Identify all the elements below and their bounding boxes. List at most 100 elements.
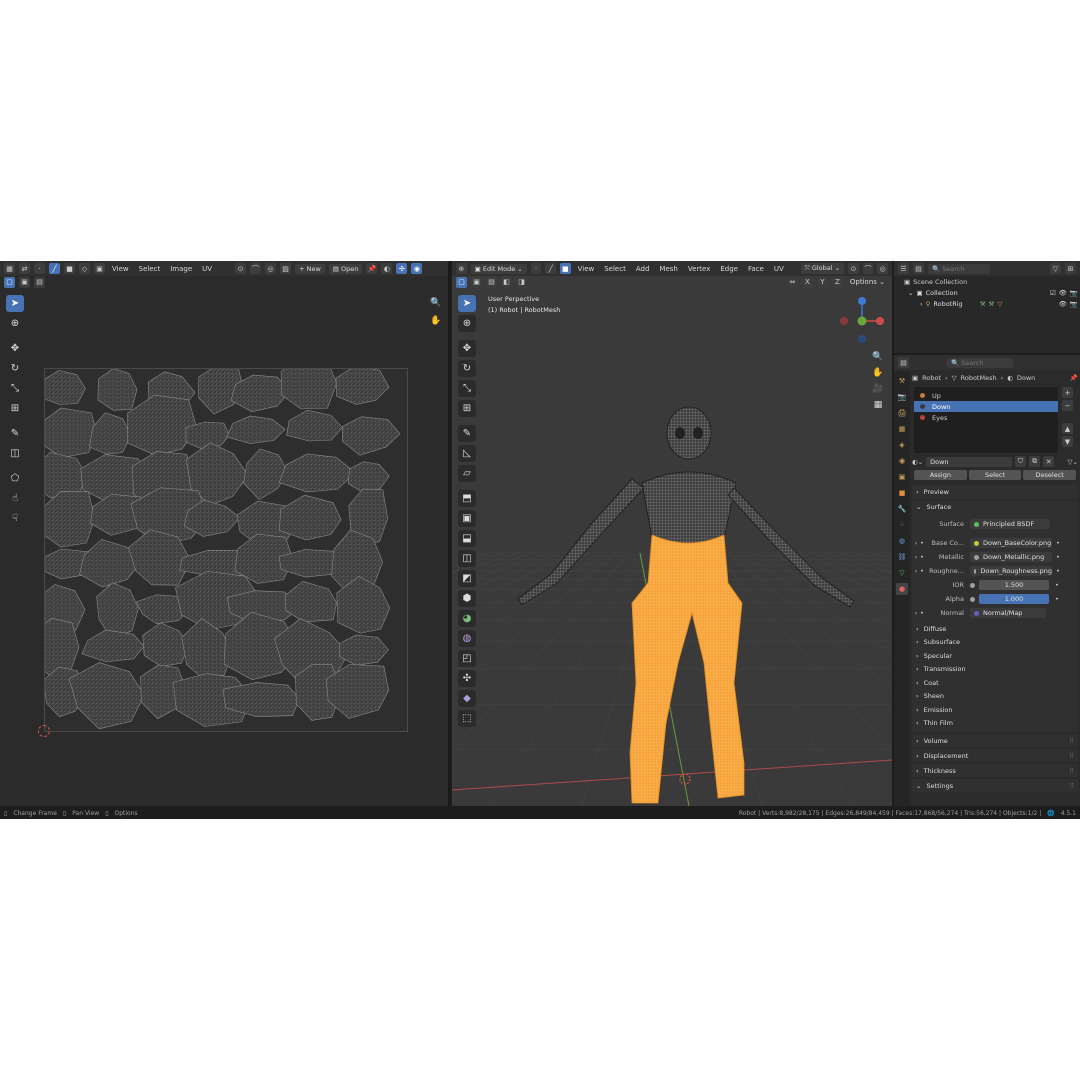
proportional-edit-icon[interactable]: ◎ [877, 263, 888, 274]
slot-eyes[interactable]: Eyes [914, 412, 1058, 423]
vp-scale-tool-icon[interactable]: ⤡ [458, 380, 476, 397]
vp-menu-mesh[interactable]: Mesh [656, 265, 680, 273]
rotate-tool-icon[interactable]: ↻ [6, 360, 24, 377]
sync-selection-icon[interactable]: ⇄ [19, 263, 30, 274]
duplicate-material-icon[interactable]: ⧉ [1029, 456, 1041, 467]
render-camera-icon[interactable]: 📷 [1070, 289, 1078, 297]
3d-cursor-icon[interactable] [679, 773, 691, 785]
rip-region-tool-icon[interactable]: ⬚ [458, 710, 476, 727]
spin-tool-icon[interactable]: ◕ [458, 610, 476, 627]
preview-header[interactable]: › Preview [912, 485, 1078, 499]
subsection-emission[interactable]: › Emission [912, 703, 1078, 717]
remove-slot-icon[interactable]: − [1062, 400, 1073, 411]
outliner-type-icon[interactable]: ☰ [898, 263, 909, 274]
face-select-icon[interactable]: ■ [64, 263, 75, 274]
3d-viewport[interactable]: ⊕ ▣ Edit Mode ⌄ · ╱ ■ View Select Add Me… [452, 261, 892, 806]
network-globe-icon[interactable]: 🌐 [1047, 810, 1054, 817]
vp-add-cube-icon[interactable]: ▱ [458, 465, 476, 482]
subsection-sheen[interactable]: › Sheen [912, 690, 1078, 704]
vp-menu-uv[interactable]: UV [771, 265, 787, 273]
overlays-icon[interactable]: ◉ [411, 263, 423, 274]
collection-row[interactable]: ⌄ ▣ Collection ☑ 👁 📷 [908, 289, 1078, 297]
input-texture-field[interactable]: Down_BaseColor.png [970, 538, 1052, 548]
smooth-tool-icon[interactable]: ◍ [458, 630, 476, 647]
pan-hand-icon[interactable]: ✋ [428, 313, 444, 329]
assign-button[interactable]: Assign [914, 469, 967, 480]
vp-measure-tool-icon[interactable]: ◺ [458, 445, 476, 462]
move-slot-down-icon[interactable]: ▼ [1062, 436, 1073, 447]
overlay-toggle-icon[interactable]: ◐ [381, 263, 393, 274]
material-name-field[interactable]: Down [926, 456, 1013, 467]
add-slot-icon[interactable]: + [1062, 387, 1073, 398]
collection-checkbox-icon[interactable]: ☑ [1050, 289, 1056, 297]
pin-properties-icon[interactable]: 📌 [1070, 374, 1078, 382]
input-expand-icon[interactable]: › [912, 539, 920, 547]
normal-expand-icon[interactable]: › [912, 609, 920, 617]
island-select-icon[interactable]: ◇ [79, 263, 90, 274]
select-extend-icon[interactable]: ▣ [19, 276, 30, 288]
uv-layout[interactable] [31, 356, 408, 732]
ortho-toggle-icon[interactable]: ▦ [870, 397, 886, 413]
vp-menu-face[interactable]: Face [745, 265, 767, 273]
knife-tool-icon[interactable]: ◩ [458, 570, 476, 587]
menu-view[interactable]: View [109, 265, 132, 273]
vp-menu-view[interactable]: View [575, 265, 598, 273]
zoom-icon[interactable]: 🔍 [428, 295, 444, 311]
pivot-icon[interactable]: ⊙ [235, 263, 247, 274]
robotrig-eye-icon[interactable]: 👁 [1059, 300, 1067, 308]
panel-thickness[interactable]: › Thickness ⠿ [912, 764, 1078, 777]
proportional-icon[interactable]: ◎ [265, 263, 277, 274]
alpha-keyframe-icon[interactable]: • [1055, 595, 1059, 603]
data-tab-icon[interactable]: ▽ [896, 567, 908, 579]
robot-mesh[interactable] [517, 406, 855, 804]
viewport-type-icon[interactable]: ⊕ [456, 263, 467, 274]
unlink-material-icon[interactable]: ✕ [1043, 456, 1055, 467]
subsection-diffuse[interactable]: › Diffuse [912, 622, 1078, 636]
rip-tool-icon[interactable]: ◫ [6, 445, 24, 462]
select-subtract-icon[interactable]: ▤ [34, 276, 45, 288]
deselect-button[interactable]: Deselect [1023, 469, 1077, 480]
select-tool-icon[interactable]: ➤ [6, 295, 24, 312]
editor-type-icon[interactable]: ▦ [4, 263, 15, 274]
input-keyframe-icon[interactable]: • [1056, 553, 1060, 561]
vp-annotate-tool-icon[interactable]: ✎ [458, 425, 476, 442]
menu-uv[interactable]: UV [199, 265, 215, 273]
input-expand-icon[interactable]: › [912, 553, 920, 561]
input-keyframe-icon[interactable]: • [1056, 567, 1060, 575]
physics-tab-icon[interactable]: ◍ [896, 535, 908, 547]
extrude-tool-icon[interactable]: ⬒ [458, 490, 476, 507]
move-slot-up-icon[interactable]: ▲ [1062, 423, 1073, 434]
outliner-search-input[interactable]: 🔍 Search [928, 263, 990, 274]
panel-drag-handle-icon[interactable]: ⠿ [1069, 782, 1078, 790]
panel-displacement[interactable]: › Displacement ⠿ [912, 749, 1078, 762]
input-texture-field[interactable]: Down_Roughness.png [970, 566, 1052, 576]
uv-editor[interactable]: ▦ ⇄ · ╱ ■ ◇ ▣ View Select Image UV ⊙ ⌒ ◎… [0, 261, 450, 806]
input-texture-field[interactable]: Down_Metallic.png [970, 552, 1052, 562]
tool-tab-icon[interactable]: ⚒ [896, 375, 908, 387]
ior-keyframe-icon[interactable]: • [1055, 581, 1059, 589]
pivot-point-icon[interactable]: ⊙ [848, 263, 859, 274]
object-tab-icon[interactable]: ■ [896, 487, 908, 499]
material-browse-icon[interactable]: ◐⌄ [912, 458, 923, 466]
subsection-coat[interactable]: › Coat [912, 676, 1078, 690]
particles-tab-icon[interactable]: ⁘ [896, 519, 908, 531]
preview-panel[interactable]: › Preview [912, 485, 1078, 499]
collection-tab-icon[interactable]: ▣ [896, 471, 908, 483]
surface-shader-field[interactable]: Principled BSDF [970, 519, 1050, 529]
normal-field[interactable]: Normal/Map [970, 608, 1046, 618]
surface-header[interactable]: ⌄ Surface [912, 501, 1078, 515]
panel-volume[interactable]: › Volume ⠿ [912, 734, 1078, 747]
input-keyframe-icon[interactable]: • [1056, 539, 1060, 547]
camera-view-icon[interactable]: 🎥 [870, 381, 886, 397]
select-button[interactable]: Select [968, 469, 1022, 480]
expand-arrow-icon[interactable]: › [920, 300, 923, 308]
subsection-subsurface[interactable]: › Subsurface [912, 636, 1078, 650]
material-slot-list[interactable]: Up Down Eyes [914, 387, 1058, 453]
scene-collection-row[interactable]: ▣ Scene Collection [904, 278, 967, 286]
poly-build-tool-icon[interactable]: ⬢ [458, 590, 476, 607]
alpha-field[interactable]: 1.000 [979, 594, 1049, 604]
render-tab-icon[interactable]: 📷 [896, 391, 908, 403]
menu-select[interactable]: Select [136, 265, 164, 273]
panel-drag-handle-icon[interactable]: ⠿ [1069, 767, 1078, 775]
panel-settings[interactable]: ⌄ Settings ⠿ [912, 779, 1078, 792]
